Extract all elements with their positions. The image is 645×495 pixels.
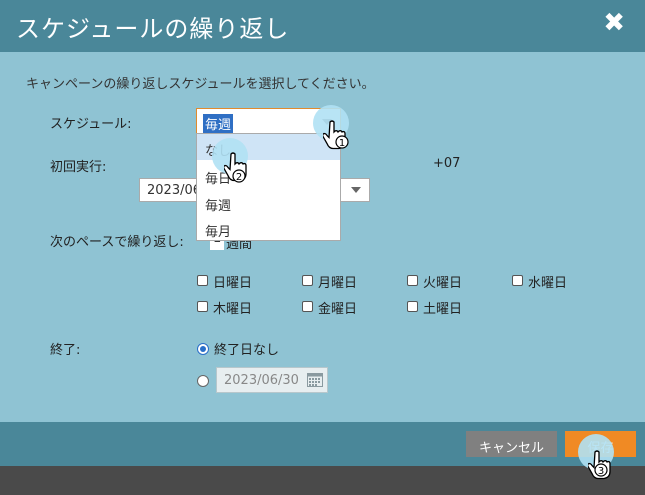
repeat-label: 次のペースで繰り返し:	[50, 235, 184, 250]
chevron-down-icon	[351, 187, 361, 193]
step-marker-1: 1	[339, 138, 345, 149]
dialog-title: スケジュールの繰り返し	[16, 15, 290, 43]
close-icon[interactable]: ✖	[603, 10, 625, 36]
hand-cursor-icon: 1	[323, 120, 349, 150]
dropdown-option-monthly[interactable]: 毎月	[197, 215, 340, 241]
weekday-label: 水曜日	[528, 276, 568, 291]
end-date-field[interactable]: 2023/06/30	[216, 367, 328, 393]
step-marker-2: 2	[236, 172, 242, 183]
checkbox-wednesday[interactable]	[512, 275, 523, 286]
checkbox-friday[interactable]	[302, 301, 313, 312]
weekday-label: 土曜日	[423, 302, 463, 317]
dropdown-option-weekly[interactable]: 毎週	[197, 189, 340, 215]
weekday-label: 火曜日	[423, 276, 463, 291]
schedule-dialog: スケジュールの繰り返し ✖ キャンペーンの繰り返しスケジュールを選択してください…	[0, 0, 645, 466]
schedule-label: スケジュール:	[50, 117, 132, 132]
checkbox-tuesday[interactable]	[407, 275, 418, 286]
cancel-button[interactable]: キャンセル	[466, 431, 557, 457]
hand-cursor-icon: 2	[224, 152, 247, 183]
radio-no-end-date[interactable]	[197, 343, 209, 355]
weekday-label: 金曜日	[318, 302, 358, 317]
first-run-date-value: 2023/06	[147, 183, 202, 198]
end-date-value: 2023/06/30	[224, 373, 299, 388]
checkbox-sunday[interactable]	[197, 275, 208, 286]
weekday-label: 木曜日	[213, 302, 253, 317]
timezone-suffix: +07	[433, 156, 461, 171]
calendar-icon[interactable]	[307, 373, 323, 387]
step-marker-3: 3	[598, 466, 604, 477]
radio-end-date[interactable]	[197, 375, 209, 387]
first-run-label: 初回実行:	[50, 160, 107, 175]
weekday-label: 日曜日	[213, 276, 253, 291]
weekday-label: 月曜日	[318, 276, 358, 291]
no-end-date-label: 終了日なし	[214, 343, 280, 358]
checkbox-monday[interactable]	[302, 275, 313, 286]
end-label: 終了:	[50, 343, 81, 358]
hand-cursor-icon: 3	[588, 450, 611, 480]
dialog-titlebar: スケジュールの繰り返し ✖	[0, 0, 645, 52]
checkbox-saturday[interactable]	[407, 301, 418, 312]
checkbox-thursday[interactable]	[197, 301, 208, 312]
schedule-selected-value: 毎週	[203, 114, 234, 133]
dialog-subtitle: キャンペーンの繰り返しスケジュールを選択してください。	[26, 77, 375, 92]
